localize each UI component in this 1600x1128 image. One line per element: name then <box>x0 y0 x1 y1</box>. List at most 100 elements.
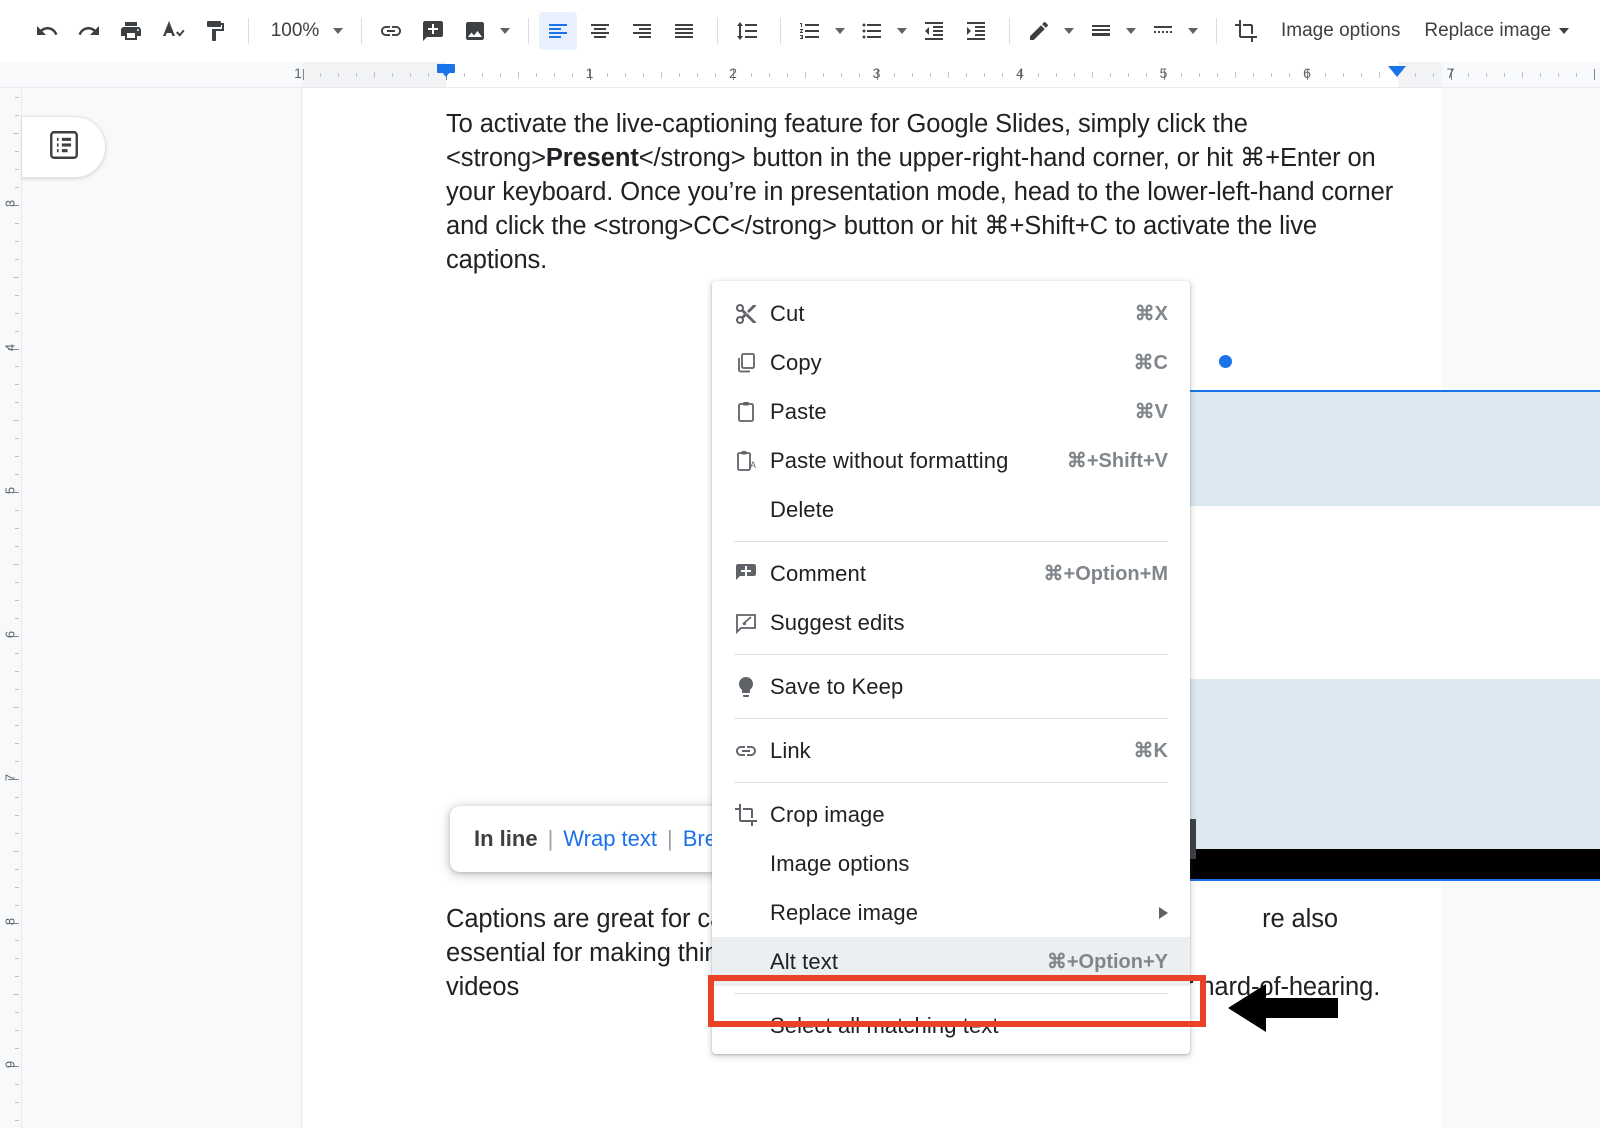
insert-image-button[interactable] <box>456 12 494 50</box>
spelling-check-button[interactable] <box>154 12 192 50</box>
border-weight-button[interactable] <box>1082 12 1120 50</box>
numbered-list-icon <box>798 19 822 43</box>
ruler-number: 2 <box>729 65 737 81</box>
add-comment-button[interactable] <box>414 12 452 50</box>
zoom-level-select[interactable]: 100% <box>259 13 331 49</box>
redo-button[interactable] <box>70 12 108 50</box>
context-menu-item-shortcut: ⌘K <box>1133 740 1168 762</box>
context-menu-item-crop-image[interactable]: Crop image <box>712 790 1190 839</box>
context-menu-item-label: Suggest edits <box>770 609 905 635</box>
context-menu-item-paste-without-formatting[interactable]: A Paste without formatting ⌘+Shift+V <box>712 436 1190 485</box>
horizontal-ruler[interactable]: 1 1 2 3 4 5 6 7 <box>0 62 1600 88</box>
context-menu-item-label: Select all matching text <box>770 1012 999 1038</box>
align-justify-icon <box>672 19 696 43</box>
context-menu-item-cut[interactable]: Cut ⌘X <box>712 289 1190 338</box>
border-dash-icon <box>1151 19 1175 43</box>
layout-option-wrap-text[interactable]: Wrap text <box>563 826 657 852</box>
context-menu-item-label: Replace image <box>770 899 919 925</box>
border-dash-chevron-down-icon[interactable] <box>1188 27 1198 34</box>
ruler-number: 1 <box>585 65 594 81</box>
align-right-button[interactable] <box>623 12 661 50</box>
border-color-button[interactable] <box>1020 12 1058 50</box>
numbered-list-button[interactable] <box>791 12 829 50</box>
align-left-icon <box>546 19 570 43</box>
svg-text:A: A <box>750 460 756 470</box>
clipboard-icon <box>734 400 770 424</box>
bulleted-list-chevron-down-icon[interactable] <box>897 27 907 34</box>
suggest-edits-icon <box>734 611 770 635</box>
context-menu-item-shortcut: ⌘+Option+M <box>1043 563 1168 585</box>
context-menu-item-shortcut: ⌘+Shift+V <box>1066 450 1168 472</box>
context-menu-item-copy[interactable]: Copy ⌘C <box>712 338 1190 387</box>
ruler-number: 4 <box>1016 65 1024 81</box>
show-document-outline-button[interactable] <box>22 116 106 178</box>
print-button[interactable] <box>112 12 150 50</box>
context-menu-divider <box>734 718 1168 719</box>
context-menu-item-save-to-keep[interactable]: Save to Keep <box>712 662 1190 711</box>
insert-link-button[interactable] <box>372 12 410 50</box>
ruler-number: 1 <box>294 65 302 81</box>
link-icon <box>734 739 770 763</box>
layout-option-in-line[interactable]: In line <box>474 826 538 852</box>
context-menu-item-shortcut: ⌘C <box>1133 352 1168 374</box>
pencil-icon <box>1027 19 1051 43</box>
ruler-number: 3 <box>2 199 18 208</box>
ruler-number: 6 <box>1303 65 1311 81</box>
context-menu-item-label: Alt text <box>770 948 839 974</box>
document-paragraph-1: To activate the live-captioning feature … <box>446 110 1394 274</box>
context-menu-item-delete[interactable]: Delete <box>712 485 1190 534</box>
context-menu-item-suggest-edits[interactable]: Suggest edits <box>712 598 1190 647</box>
paint-format-button[interactable] <box>196 12 234 50</box>
context-menu-item-comment[interactable]: Comment ⌘+Option+M <box>712 549 1190 598</box>
ruler-number: 6 <box>2 630 18 638</box>
image-context-menu[interactable]: Cut ⌘X Copy ⌘C Paste ⌘V A Paste without formatt… <box>712 281 1190 1054</box>
context-menu-item-label: Save to Keep <box>770 673 904 699</box>
align-center-icon <box>588 19 612 43</box>
align-center-button[interactable] <box>581 12 619 50</box>
comment-add-icon <box>421 19 445 43</box>
replace-image-button[interactable]: Replace image <box>1412 12 1581 50</box>
copy-icon <box>734 351 770 375</box>
decrease-indent-button[interactable] <box>915 12 953 50</box>
first-line-indent-marker[interactable] <box>437 64 455 77</box>
line-spacing-button[interactable] <box>728 12 766 50</box>
ruler-number: 5 <box>1159 65 1168 81</box>
decrease-indent-icon <box>922 19 946 43</box>
replace-image-chevron-down-icon <box>1559 27 1570 34</box>
context-menu-item-label: Paste without formatting <box>770 447 1009 473</box>
toolbar-divider <box>717 17 718 44</box>
context-menu-divider <box>734 654 1168 655</box>
rotate-handle[interactable] <box>1218 354 1233 369</box>
undo-icon <box>35 19 59 43</box>
zoom-chevron-down-icon[interactable] <box>333 27 343 34</box>
vertical-ruler[interactable]: 3 4 5 6 7 8 9 <box>0 88 22 1128</box>
toolbar-divider <box>248 17 249 44</box>
border-color-chevron-down-icon[interactable] <box>1064 27 1074 34</box>
context-menu-item-select-all-matching-text[interactable]: Select all matching text <box>712 1001 1190 1050</box>
crop-icon <box>734 803 770 827</box>
context-menu-item-label: Link <box>770 737 811 763</box>
bulleted-list-button[interactable] <box>853 12 891 50</box>
context-menu-item-alt-text[interactable]: Alt text ⌘+Option+Y <box>712 937 1190 986</box>
context-menu-item-label: Delete <box>770 496 835 522</box>
context-menu-item-link[interactable]: Link ⌘K <box>712 726 1190 775</box>
context-menu-divider <box>734 782 1168 783</box>
context-menu-item-paste[interactable]: Paste ⌘V <box>712 387 1190 436</box>
image-options-label: Image options <box>1281 19 1401 41</box>
increase-indent-button[interactable] <box>957 12 995 50</box>
border-dash-button[interactable] <box>1144 12 1182 50</box>
border-weight-icon <box>1089 19 1113 43</box>
border-weight-chevron-down-icon[interactable] <box>1126 27 1136 34</box>
image-options-button[interactable]: Image options <box>1269 12 1412 50</box>
right-indent-marker[interactable] <box>1388 66 1406 77</box>
context-menu-item-image-options[interactable]: Image options <box>712 839 1190 888</box>
ruler-number: 4 <box>2 343 18 351</box>
insert-image-chevron-down-icon[interactable] <box>500 27 510 34</box>
undo-button[interactable] <box>28 12 66 50</box>
numbered-list-chevron-down-icon[interactable] <box>835 27 845 34</box>
context-menu-item-replace-image[interactable]: Replace image <box>712 888 1190 937</box>
crop-image-button[interactable] <box>1227 12 1265 50</box>
align-justify-button[interactable] <box>665 12 703 50</box>
lightbulb-icon <box>734 675 770 699</box>
align-left-button[interactable] <box>539 11 577 50</box>
